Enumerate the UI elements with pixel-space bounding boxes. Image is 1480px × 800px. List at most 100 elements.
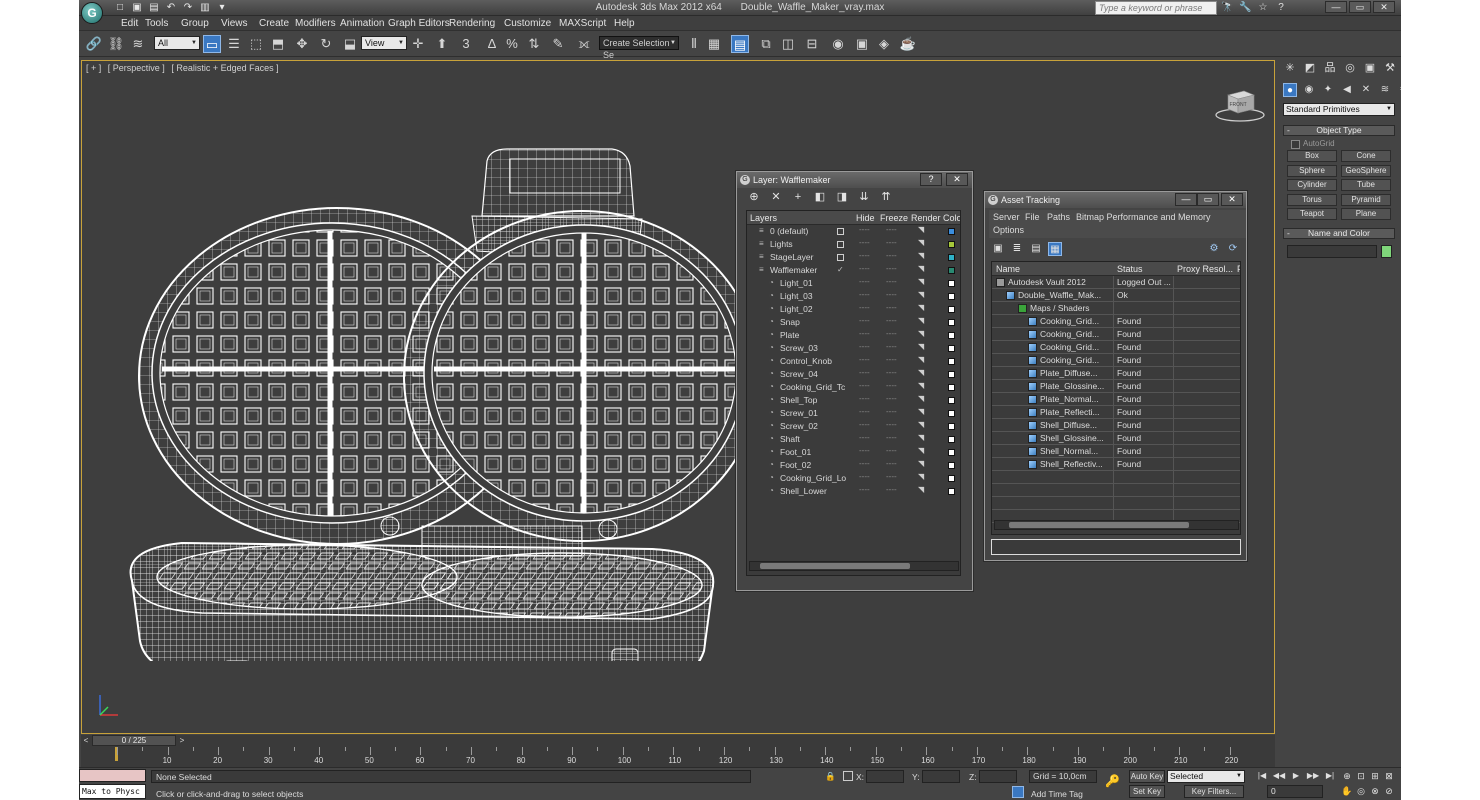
minimize-icon[interactable]: — (1325, 1, 1347, 13)
asset-row[interactable]: Plate_Diffuse... Found (992, 367, 1240, 380)
layer-row[interactable]: ◔ Foot_01 ---- ---- ◥ (747, 446, 960, 459)
toolbar-tool-icon[interactable]: 🔗 (85, 35, 103, 53)
playback-icon[interactable]: ▶▶ (1306, 770, 1320, 782)
hide-toggle[interactable]: ---- (859, 303, 870, 312)
render-toggle-icon[interactable]: ◥ (918, 329, 924, 338)
auto-key-button[interactable]: Auto Key (1129, 770, 1165, 783)
command-tab-icon[interactable]: ◎ (1343, 61, 1357, 75)
command-tab-icon[interactable]: ✳ (1283, 61, 1297, 75)
viewport-pov-label[interactable]: [ Perspective ] (108, 63, 165, 73)
viewcube-icon[interactable]: FRONT (1214, 83, 1266, 123)
asset-row[interactable]: Plate_Glossine... Found (992, 380, 1240, 393)
autogrid-checkbox[interactable]: AutoGrid (1291, 139, 1335, 149)
selection-lock-icon[interactable]: 🔒 (825, 771, 836, 782)
render-toggle-icon[interactable]: ◥ (918, 381, 924, 390)
primitive-teapot-button[interactable]: Teapot (1287, 208, 1337, 220)
col-freeze[interactable]: Freeze (880, 213, 908, 223)
layer-color-swatch[interactable] (948, 384, 955, 391)
asset-close-icon[interactable]: ✕ (1221, 193, 1243, 206)
toolbar-tool-icon[interactable]: ✎ (549, 35, 567, 53)
primitive-sphere-button[interactable]: Sphere (1287, 164, 1337, 177)
layer-color-swatch[interactable] (948, 241, 955, 248)
asset-row[interactable]: Maps / Shaders (992, 302, 1240, 315)
layer-row[interactable]: ◔ Shaft ---- ---- ◥ (747, 433, 960, 446)
layer-row[interactable]: ◔ Screw_03 ---- ---- ◥ (747, 342, 960, 355)
toolbar-tool-icon[interactable]: ✥ (293, 35, 311, 53)
primitive-plane-button[interactable]: Plane (1341, 208, 1391, 220)
toolbar-tool-icon[interactable]: ⊟ (803, 35, 821, 53)
render-toggle-icon[interactable]: ◥ (918, 303, 924, 312)
playback-icon[interactable]: ▶ (1289, 770, 1303, 782)
command-tab-icon[interactable]: 品 (1323, 61, 1337, 75)
layer-panel-close-icon[interactable]: ✕ (946, 173, 968, 186)
current-layer-toggle[interactable] (837, 241, 844, 248)
layer-row[interactable]: ≡ Lights ---- ---- ◥ (747, 238, 960, 251)
viewport-label[interactable]: [ + ] [ Perspective ] [ Realistic + Edge… (86, 63, 283, 73)
asset-row[interactable]: Cooking_Grid... Found (992, 341, 1240, 354)
maxscript-mini-listener[interactable]: Max to Physc (79, 784, 146, 799)
asset-row[interactable]: Cooking_Grid... Found (992, 328, 1240, 341)
maxscript-listener-output[interactable] (79, 769, 146, 782)
set-key-button[interactable]: Set Key (1129, 785, 1165, 798)
layer-color-swatch[interactable] (948, 267, 955, 274)
render-toggle-icon[interactable]: ◥ (918, 264, 924, 273)
col-hide[interactable]: Hide (856, 213, 875, 223)
primitive-pyramid-button[interactable]: Pyramid (1341, 193, 1391, 206)
perspective-viewport[interactable]: [ + ] [ Perspective ] [ Realistic + Edge… (81, 60, 1275, 734)
hide-toggle[interactable]: ---- (859, 420, 870, 429)
hide-toggle[interactable]: ---- (859, 277, 870, 286)
freeze-toggle[interactable]: ---- (886, 433, 897, 442)
render-toggle-icon[interactable]: ◥ (918, 316, 924, 325)
toolbar-tool-icon[interactable]: ↻ (317, 35, 335, 53)
layer-color-swatch[interactable] (948, 449, 955, 456)
layer-row[interactable]: ◔ Cooking_Grid_Lo ---- ---- ◥ (747, 472, 960, 485)
layer-row[interactable]: ≡ StageLayer ---- ---- ◥ (747, 251, 960, 264)
create-category-icon[interactable]: ≋ (1378, 83, 1392, 97)
col-layers[interactable]: Layers (750, 213, 777, 223)
col-name[interactable]: Name (996, 264, 1020, 274)
toolbar-tool-icon[interactable]: ⬆ (433, 35, 451, 53)
asset-menu-paths[interactable]: Paths (1047, 212, 1070, 222)
default-key-icon[interactable]: 🔑 (1105, 774, 1120, 788)
asset-row[interactable]: Shell_Diffuse... Found (992, 419, 1240, 432)
asset-row[interactable]: Autodesk Vault 2012 Logged Out ... (992, 276, 1240, 289)
menu-edit[interactable]: Edit (121, 18, 138, 29)
hide-toggle[interactable]: ---- (859, 316, 870, 325)
layer-color-swatch[interactable] (948, 293, 955, 300)
asset-menu-file[interactable]: File (1025, 212, 1040, 222)
asset-menu-bitmap[interactable]: Bitmap Performance and Memory (1076, 212, 1211, 222)
menu-views[interactable]: Views (221, 18, 248, 29)
viewport-nav-icon[interactable]: ⊗ (1369, 785, 1381, 798)
add-time-tag-icon[interactable] (1012, 786, 1024, 798)
menu-modifiers[interactable]: Modifiers (295, 18, 336, 29)
app-logo-icon[interactable]: G (81, 2, 103, 24)
layer-color-swatch[interactable] (948, 228, 955, 235)
layer-color-swatch[interactable] (948, 436, 955, 443)
asset-maximize-icon[interactable]: ▭ (1197, 193, 1219, 206)
freeze-toggle[interactable]: ---- (886, 303, 897, 312)
hide-toggle[interactable]: ---- (859, 407, 870, 416)
hide-toggle[interactable]: ---- (859, 446, 870, 455)
render-toggle-icon[interactable]: ◥ (918, 485, 924, 494)
playback-icon[interactable]: ▶| (1323, 770, 1337, 782)
layer-tool-icon[interactable]: ◨ (835, 190, 849, 204)
hide-toggle[interactable]: ---- (859, 264, 870, 273)
asset-menu-server[interactable]: Server (993, 212, 1020, 222)
viewport-nav-icon[interactable]: ⊞ (1369, 770, 1381, 783)
current-layer-toggle[interactable] (837, 228, 844, 235)
layer-color-swatch[interactable] (948, 319, 955, 326)
waffle-maker-model[interactable] (122, 141, 742, 661)
time-next-button[interactable]: > (177, 735, 187, 746)
hide-toggle[interactable]: ---- (859, 368, 870, 377)
render-toggle-icon[interactable]: ◥ (918, 420, 924, 429)
reference-coordinate-dropdown[interactable]: View (361, 36, 407, 50)
viewport-shading-label[interactable]: [ Realistic + Edged Faces ] (171, 63, 278, 73)
freeze-toggle[interactable]: ---- (886, 420, 897, 429)
asset-row[interactable]: Plate_Reflecti... Found (992, 406, 1240, 419)
time-slider[interactable]: < 0 / 225 > (81, 735, 1275, 747)
menu-graph-editors[interactable]: Graph Editors (388, 18, 450, 29)
asset-row[interactable]: Cooking_Grid... Found (992, 354, 1240, 367)
layer-hscrollbar[interactable] (749, 561, 959, 571)
playback-icon[interactable]: |◀ (1255, 770, 1269, 782)
asset-tool-icon[interactable]: ▣ (991, 242, 1005, 256)
